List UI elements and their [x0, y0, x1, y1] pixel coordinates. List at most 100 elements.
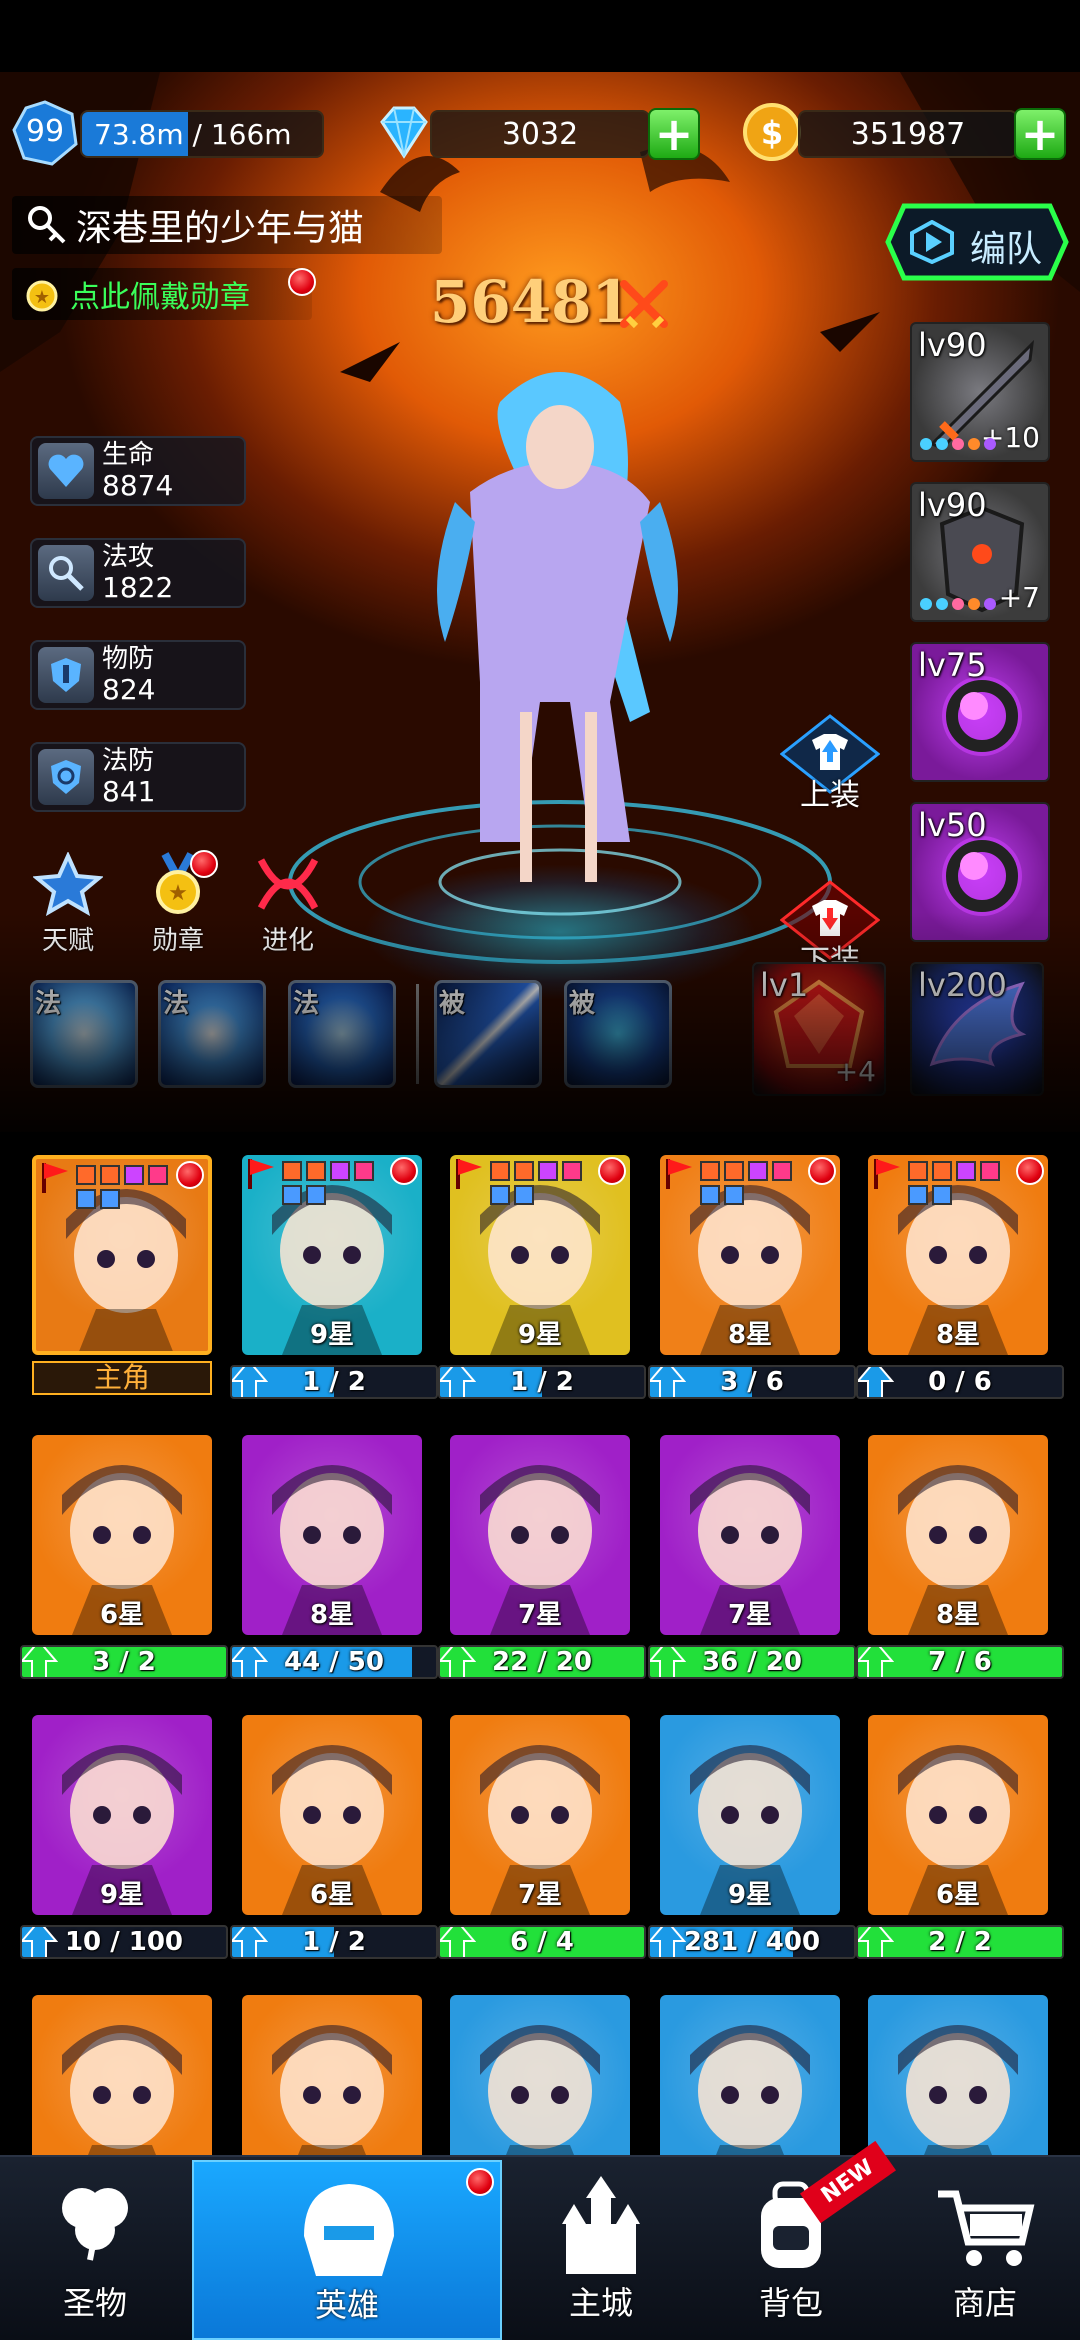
- socket-dot: [968, 598, 980, 610]
- hero-notification-dot: [390, 1157, 418, 1185]
- hero-card[interactable]: 8星: [242, 1435, 422, 1635]
- key-icon: [28, 206, 66, 244]
- nav-clover[interactable]: 圣物: [0, 2160, 190, 2340]
- hero-card[interactable]: [32, 1995, 212, 2155]
- upgrade-arrow-icon: [650, 1927, 687, 1957]
- hero-card[interactable]: 9星: [660, 1715, 840, 1915]
- skill-slot[interactable]: 法: [30, 980, 138, 1088]
- upgrade-arrow-icon: [232, 1367, 269, 1397]
- hero-card[interactable]: [32, 1155, 212, 1355]
- equip-on-button[interactable]: 上装: [779, 714, 881, 814]
- equip-slot-mark: [306, 1185, 326, 1205]
- equip-slot-mark: [490, 1161, 510, 1181]
- socket-dot: [936, 598, 948, 610]
- nav-cart[interactable]: 商店: [890, 2160, 1080, 2340]
- equip-slot-mark: [514, 1161, 534, 1181]
- equip-medal-hint[interactable]: ★ 点此佩戴勋章: [12, 268, 312, 320]
- stat-text: 法防 841: [102, 746, 155, 808]
- equip-slot-mark: [724, 1161, 744, 1181]
- equipment-slot[interactable]: lv90 +7: [910, 482, 1050, 622]
- hero-stars: 9星: [517, 1320, 563, 1350]
- equip-slot-mark: [538, 1161, 558, 1181]
- hero-stars: 7星: [727, 1600, 773, 1630]
- hero-stars: 8星: [727, 1320, 773, 1350]
- hero-card[interactable]: 9星: [242, 1155, 422, 1355]
- hero-card[interactable]: [868, 1995, 1048, 2155]
- hero-card[interactable]: 9星: [32, 1715, 212, 1915]
- nav-helmet[interactable]: 英雄: [192, 2160, 502, 2340]
- equipment-enhance: +7: [998, 581, 1040, 614]
- hero-card[interactable]: 7星: [450, 1435, 630, 1635]
- hero-card[interactable]: [660, 1995, 840, 2155]
- gem-slot[interactable]: lv200: [910, 962, 1044, 1096]
- talent-button[interactable]: 天赋: [28, 851, 108, 957]
- add-gold-button[interactable]: +: [1014, 108, 1066, 160]
- hero-card[interactable]: 7星: [450, 1715, 630, 1915]
- player-level: 99: [25, 114, 65, 149]
- upgrade-arrow-icon: [440, 1367, 477, 1397]
- hero-shard-progress: 1 / 2: [230, 1925, 438, 1959]
- equip-slot-mark: [354, 1161, 374, 1181]
- skill-slot[interactable]: 法: [288, 980, 396, 1088]
- medal-label: 勋章: [151, 926, 204, 956]
- equipment-slot[interactable]: lv75: [910, 642, 1050, 782]
- equip-slot-mark: [772, 1161, 792, 1181]
- player-level-badge[interactable]: 99: [12, 100, 78, 170]
- skill-slot[interactable]: 被: [434, 980, 542, 1088]
- medal-hint-text: 点此佩戴勋章: [70, 280, 250, 315]
- castle-icon: [546, 2174, 656, 2278]
- exp-text: 73.8m / 166m: [94, 117, 292, 151]
- upgrade-arrow-icon: [232, 1927, 269, 1957]
- hero-card[interactable]: 8星: [868, 1155, 1048, 1355]
- hero-notification-dot: [1016, 1157, 1044, 1185]
- hero-card[interactable]: [242, 1995, 422, 2155]
- upgrade-arrow-icon: [650, 1647, 687, 1677]
- hero-title-bar[interactable]: 深巷里的少年与猫: [12, 196, 442, 254]
- equipment-level: lv75: [918, 646, 987, 684]
- svg-text:★: ★: [34, 287, 50, 308]
- equipment-slot[interactable]: lv50: [910, 802, 1050, 942]
- team-button[interactable]: 编队: [884, 202, 1070, 282]
- hero-title: 深巷里的少年与猫: [76, 208, 365, 249]
- hero-card[interactable]: 8星: [868, 1435, 1048, 1635]
- flag-icon: [246, 1157, 276, 1195]
- hero-stars: 6星: [99, 1600, 145, 1630]
- hero-card[interactable]: 6星: [242, 1715, 422, 1915]
- hero-notification-dot: [176, 1161, 204, 1189]
- nav-backpack[interactable]: 背包 NEW: [696, 2140, 897, 2340]
- equipment-slot[interactable]: lv90 +10: [910, 322, 1050, 462]
- hero-shard-progress: 1 / 2: [230, 1365, 438, 1399]
- ice-flower-portrait: [242, 1995, 422, 2155]
- nav-label: 背包: [758, 2284, 823, 2322]
- white-hair-portrait: [32, 1995, 212, 2155]
- team-button-label: 编队: [970, 229, 1043, 270]
- upgrade-arrow-icon: [858, 1647, 895, 1677]
- skill-slot[interactable]: 法: [158, 980, 266, 1088]
- svg-text:★: ★: [168, 881, 188, 906]
- hero-card[interactable]: 9星: [450, 1155, 630, 1355]
- shield-icon: [38, 647, 94, 703]
- add-gems-button[interactable]: +: [648, 108, 700, 160]
- nav-castle[interactable]: 主城: [506, 2160, 696, 2340]
- magic-shield-icon: [38, 749, 94, 805]
- star-icon: [31, 851, 105, 917]
- rune-shield-icon: [567, 983, 669, 1085]
- evolve-button[interactable]: 进化: [248, 852, 328, 957]
- hero-card[interactable]: [450, 1995, 630, 2155]
- equip-slot-mark: [956, 1161, 976, 1181]
- gem-slot[interactable]: lv1 +4: [752, 962, 886, 1096]
- hero-card[interactable]: 6星: [32, 1435, 212, 1635]
- hero-card[interactable]: 8星: [660, 1155, 840, 1355]
- hero-card[interactable]: 6星: [868, 1715, 1048, 1915]
- skill-slot[interactable]: 被: [564, 980, 672, 1088]
- equip-slot-mark: [980, 1161, 1000, 1181]
- socket-dot: [920, 438, 932, 450]
- skill-type-tag: 法: [293, 989, 320, 1019]
- equip-slot-mark: [908, 1185, 928, 1205]
- equip-slot-mark: [282, 1161, 302, 1181]
- talent-label: 天赋: [41, 926, 94, 956]
- equip-off-button[interactable]: 下装: [779, 880, 881, 980]
- shirt-down-icon: [779, 880, 881, 960]
- hero-card[interactable]: 7星: [660, 1435, 840, 1635]
- stat-magic-shield: 法防 841: [30, 742, 246, 812]
